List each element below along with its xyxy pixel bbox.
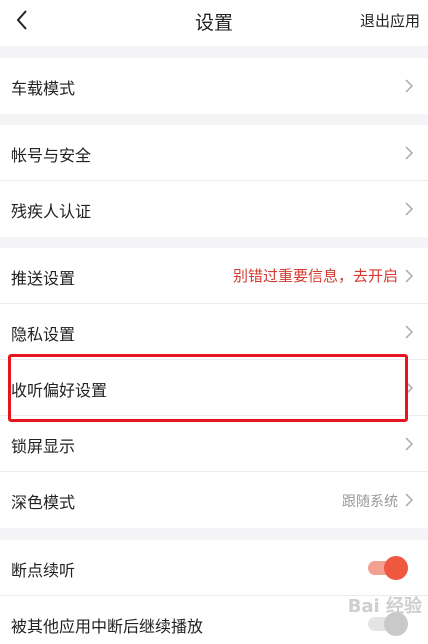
push-promo-text: 别错过重要信息，去开启: [232, 267, 398, 285]
settings-item-lock-screen[interactable]: 锁屏显示: [0, 416, 428, 472]
settings-group-account: 帐号与安全 残疾人认证: [0, 125, 428, 237]
resume-playback-toggle[interactable]: [368, 556, 408, 580]
settings-item-account-security[interactable]: 帐号与安全: [0, 125, 428, 181]
settings-item-label: 被其他应用中断后继续播放: [11, 617, 204, 636]
chevron-right-icon: [404, 267, 414, 285]
settings-item-label: 收听偏好设置: [11, 381, 108, 400]
settings-group-car: 车载模式: [0, 58, 428, 114]
chevron-right-icon: [404, 435, 414, 453]
settings-item-label: 车载模式: [11, 79, 76, 98]
top-bar: 设置 退出应用: [0, 0, 428, 46]
settings-item-listening-preferences[interactable]: 收听偏好设置: [0, 360, 428, 416]
settings-item-label: 隐私设置: [11, 325, 76, 344]
settings-item-car-mode[interactable]: 车载模式: [0, 58, 428, 114]
dark-mode-value: 跟随系统: [342, 494, 398, 510]
settings-item-push[interactable]: 推送设置 别错过重要信息，去开启: [0, 248, 428, 304]
exit-app-button[interactable]: 退出应用: [360, 10, 420, 31]
settings-item-privacy[interactable]: 隐私设置: [0, 304, 428, 360]
toggle-knob: [384, 556, 408, 580]
settings-item-resume-playback: 断点续听: [0, 540, 428, 596]
settings-item-label: 深色模式: [11, 493, 76, 512]
watermark-logo: Bai 经验: [347, 596, 422, 617]
chevron-right-icon: [404, 323, 414, 341]
chevron-right-icon: [404, 200, 414, 218]
settings-item-label: 帐号与安全: [11, 146, 92, 165]
settings-item-label: 断点续听: [11, 561, 76, 580]
settings-group-general: 推送设置 别错过重要信息，去开启 隐私设置 收听偏好设置 锁屏显示 深色模式 跟…: [0, 248, 428, 528]
settings-item-label: 推送设置: [11, 269, 76, 288]
chevron-right-icon: [404, 379, 414, 397]
chevron-right-icon: [404, 77, 414, 95]
settings-item-disability-auth[interactable]: 残疾人认证: [0, 181, 428, 237]
settings-item-label: 残疾人认证: [11, 202, 92, 221]
settings-item-label: 锁屏显示: [11, 437, 76, 456]
chevron-right-icon: [404, 491, 414, 509]
settings-item-dark-mode[interactable]: 深色模式 跟随系统: [0, 472, 428, 528]
chevron-right-icon: [404, 144, 414, 162]
